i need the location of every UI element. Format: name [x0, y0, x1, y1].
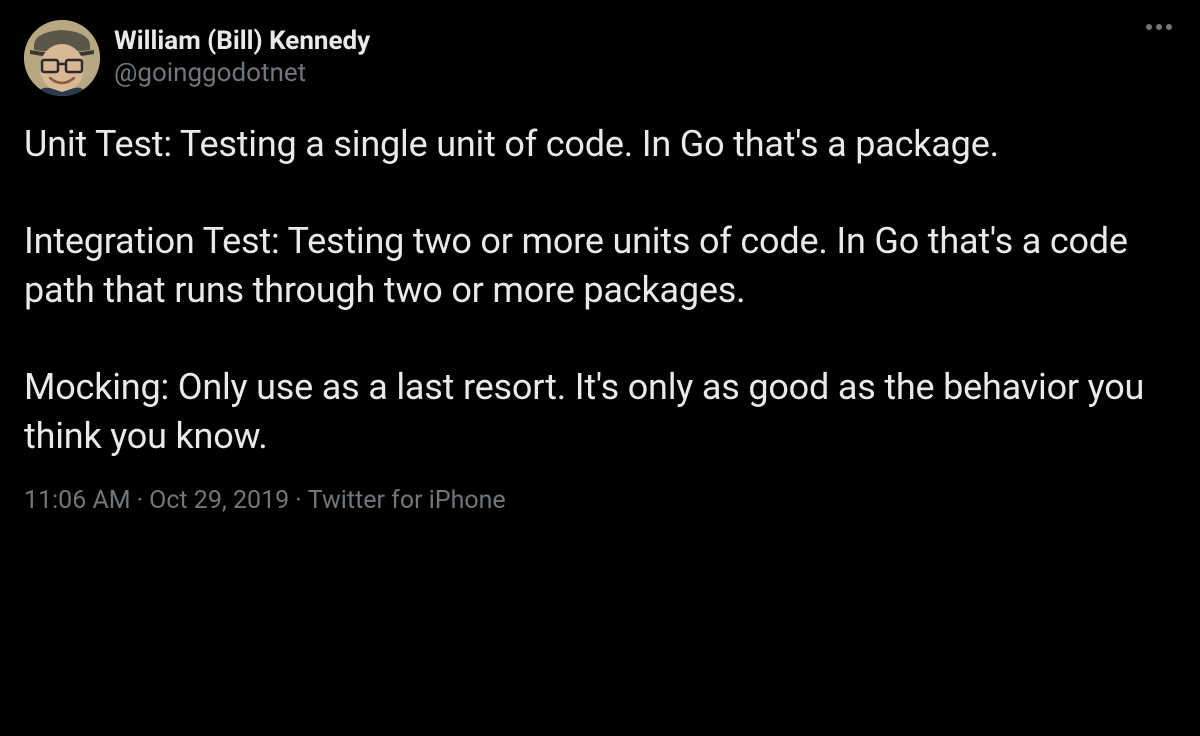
- display-name[interactable]: William (Bill) Kennedy: [114, 26, 370, 57]
- avatar[interactable]: [24, 20, 100, 96]
- tweet-source[interactable]: Twitter for iPhone: [308, 486, 506, 515]
- tweet-header: William (Bill) Kennedy @goinggodotnet: [24, 20, 1176, 96]
- more-dot-icon: [1156, 24, 1162, 30]
- tweet-meta: 11:06 AM · Oct 29, 2019 · Twitter for iP…: [24, 486, 1176, 515]
- tweet-container: William (Bill) Kennedy @goinggodotnet Un…: [0, 0, 1200, 535]
- tweet-text: Unit Test: Testing a single unit of code…: [24, 120, 1176, 460]
- user-handle[interactable]: @goinggodotnet: [114, 57, 370, 91]
- user-info: William (Bill) Kennedy @goinggodotnet: [114, 20, 370, 91]
- more-dot-icon: [1146, 24, 1152, 30]
- meta-separator: ·: [137, 486, 144, 515]
- tweet-date[interactable]: Oct 29, 2019: [149, 486, 289, 515]
- avatar-image: [24, 20, 100, 96]
- tweet-time[interactable]: 11:06 AM: [24, 486, 131, 515]
- more-options-button[interactable]: [1146, 24, 1172, 30]
- meta-separator: ·: [295, 486, 302, 515]
- more-dot-icon: [1166, 24, 1172, 30]
